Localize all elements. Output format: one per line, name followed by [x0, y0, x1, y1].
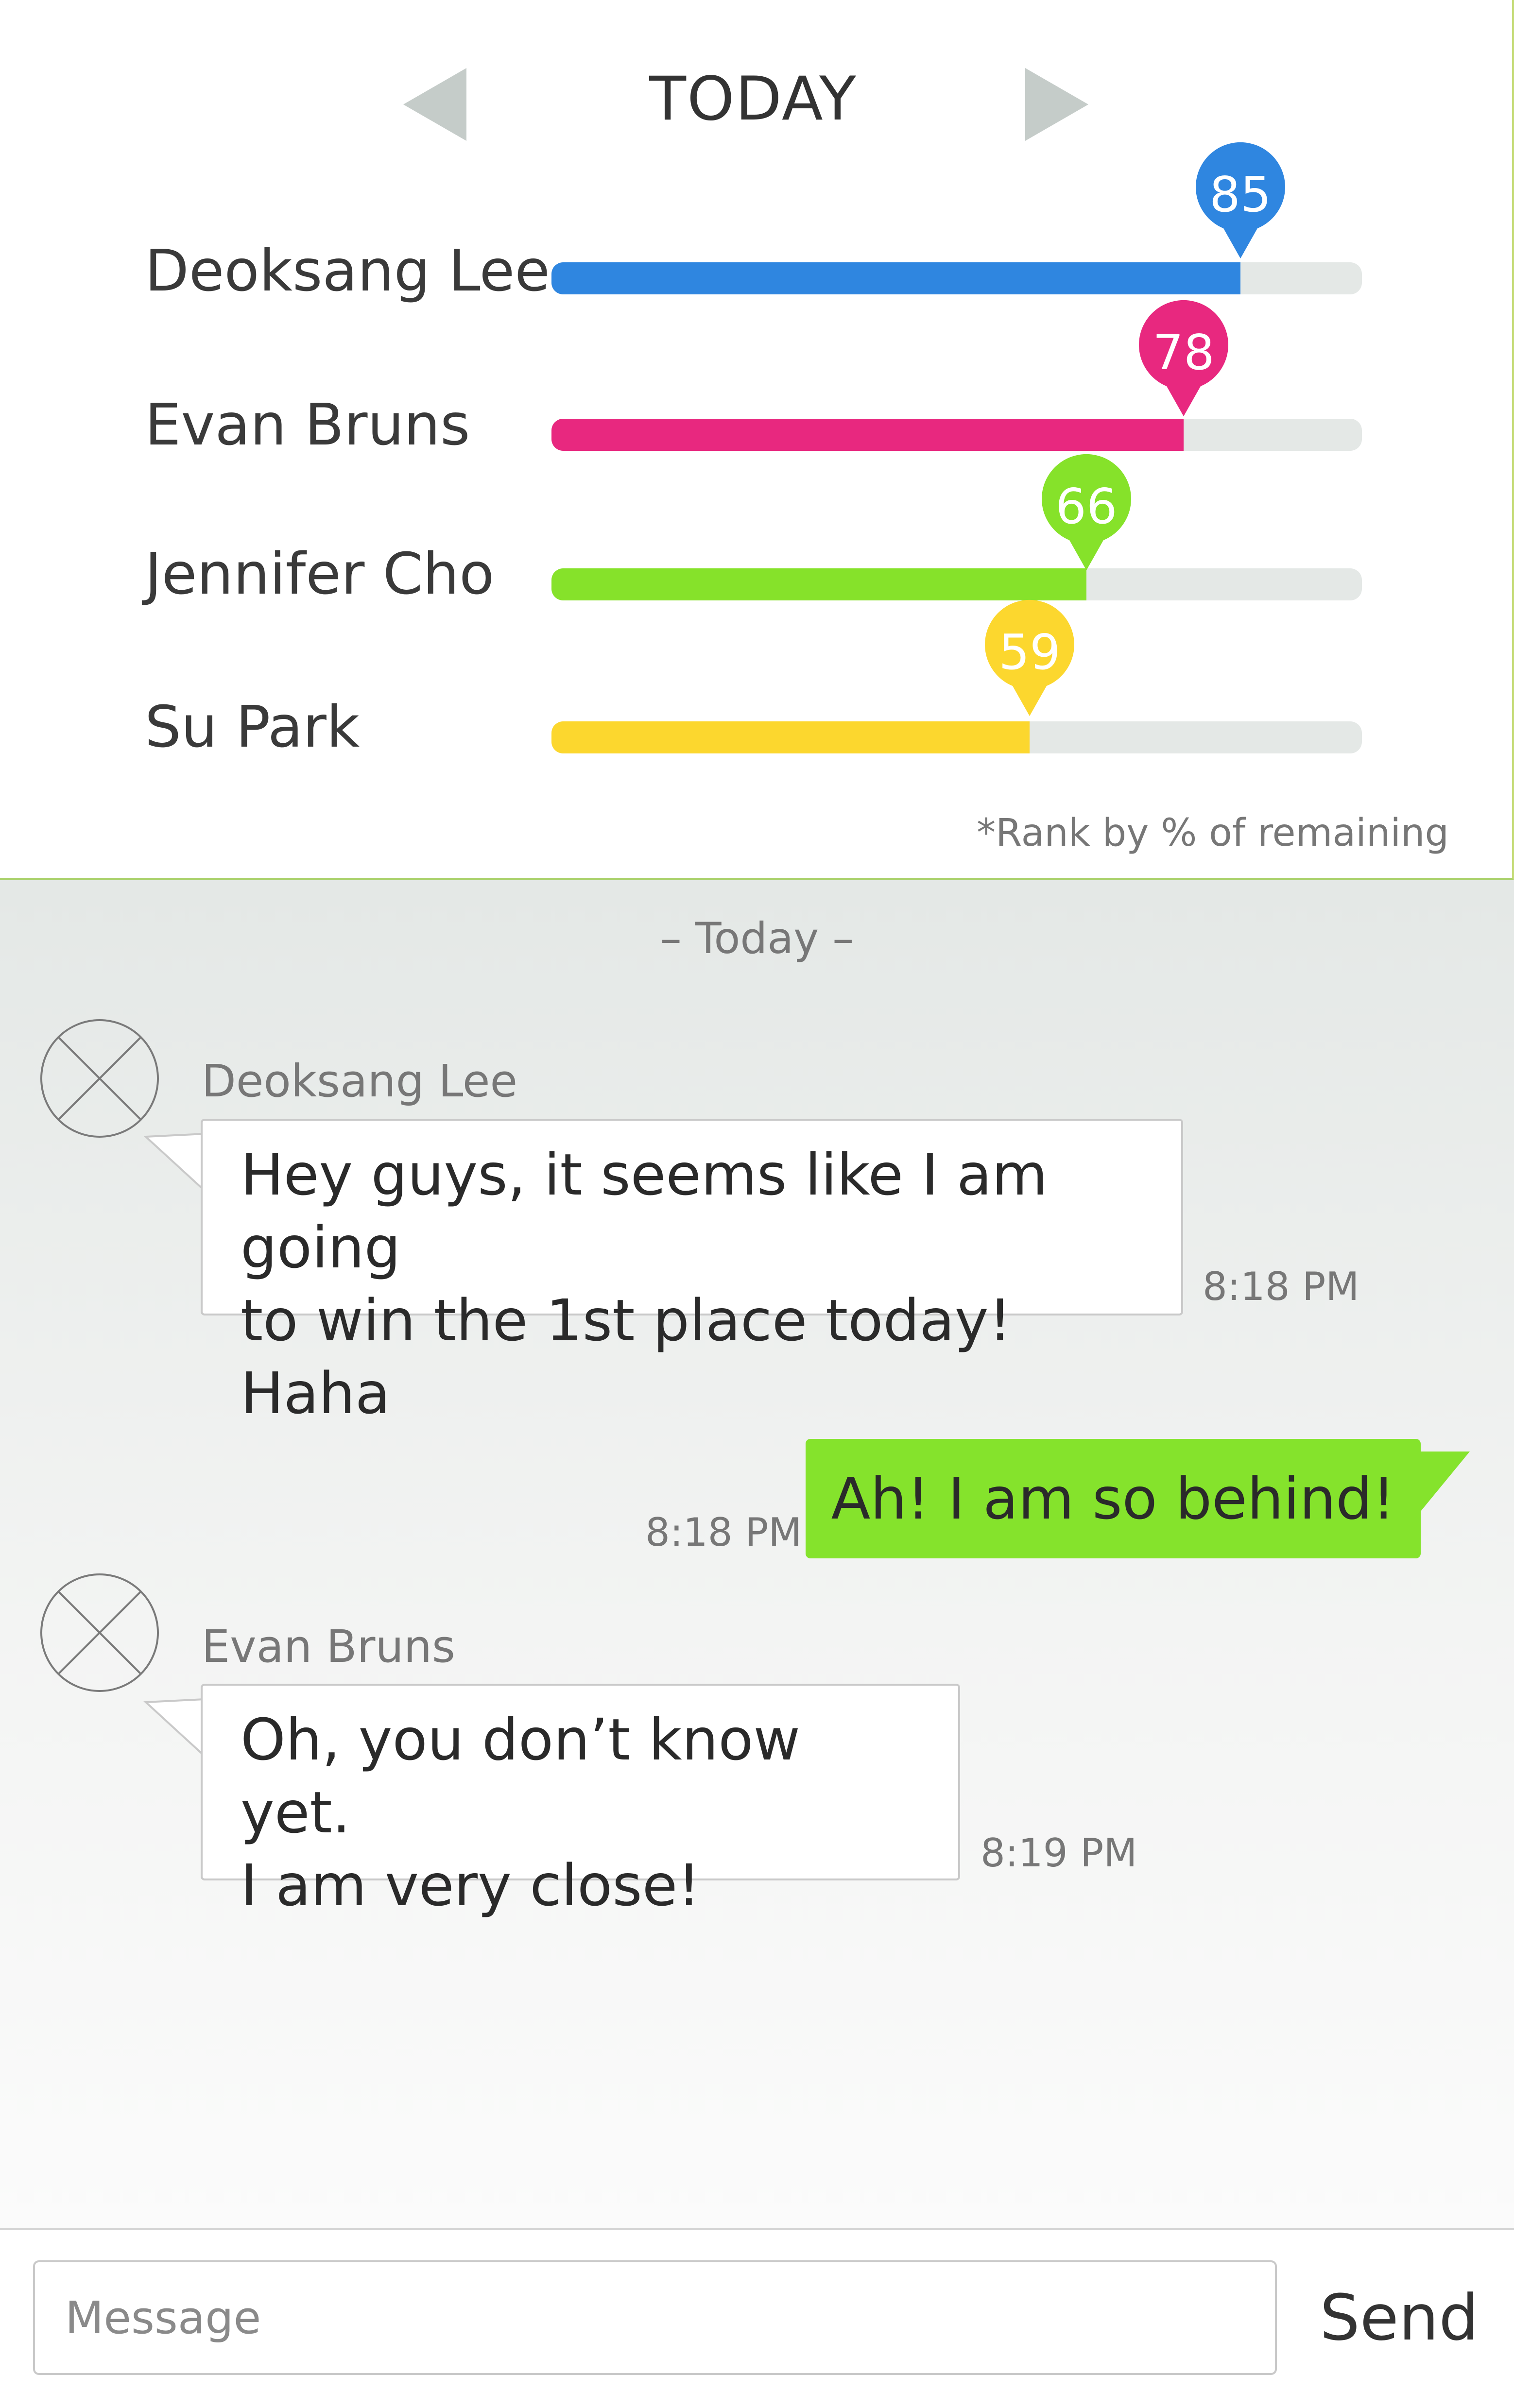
- message-time: 8:18 PM: [1203, 1264, 1359, 1309]
- message-time: 8:19 PM: [981, 1830, 1137, 1876]
- score-value: 85: [1209, 166, 1272, 223]
- score-value: 66: [1055, 478, 1118, 535]
- progress-fill: [551, 419, 1184, 451]
- progress-track: [551, 419, 1362, 451]
- ranking-panel: TODAY Deoksang Lee 85 Evan Bruns 78 Jenn…: [0, 0, 1514, 880]
- period-title: TODAY: [649, 64, 857, 134]
- sender-name: Deoksang Lee: [202, 1055, 518, 1107]
- score-pin: 66: [1040, 454, 1133, 570]
- score-value: 59: [998, 624, 1061, 681]
- bubble-tail: [1414, 1452, 1472, 1524]
- score-pin: 85: [1194, 142, 1287, 258]
- previous-day-icon[interactable]: [403, 68, 466, 141]
- rank-name: Deoksang Lee: [145, 237, 550, 304]
- message-text-line: to win the 1st place today! Haha: [241, 1287, 1012, 1427]
- message-text-line: I am very close!: [241, 1852, 701, 1919]
- message-text-line: Hey guys, it seems like I am going: [241, 1141, 1048, 1281]
- sender-name: Evan Bruns: [202, 1621, 455, 1673]
- score-pin: 59: [983, 599, 1076, 716]
- message-text-line: Oh, you don’t know yet.: [241, 1706, 800, 1846]
- rank-name: Su Park: [145, 693, 360, 760]
- progress-track: [551, 721, 1362, 753]
- message-input[interactable]: [33, 2260, 1277, 2375]
- day-divider: – Today –: [660, 913, 854, 963]
- progress-fill: [551, 721, 1030, 753]
- next-day-icon[interactable]: [1025, 68, 1088, 141]
- score-pin: 78: [1137, 300, 1230, 416]
- progress-fill: [551, 568, 1086, 600]
- rank-name: Evan Bruns: [145, 391, 470, 458]
- message-input-bar: Send: [0, 2228, 1514, 2408]
- message-time: 8:18 PM: [645, 1510, 802, 1555]
- message-bubble[interactable]: Oh, you don’t know yet. I am very close!: [201, 1684, 960, 1919]
- progress-track: [551, 262, 1362, 294]
- rank-row-su-park: Su Park 59: [0, 599, 1514, 778]
- rank-row-evan-bruns: Evan Bruns 78: [0, 300, 1514, 478]
- send-button[interactable]: Send: [1312, 2259, 1487, 2376]
- avatar-placeholder-icon[interactable]: [39, 1572, 160, 1693]
- outgoing-message-bubble[interactable]: Ah! I am so behind!: [806, 1439, 1421, 1558]
- rank-name: Jennifer Cho: [145, 540, 495, 607]
- bubble-tail: [143, 1697, 209, 1760]
- progress-track: [551, 568, 1362, 600]
- score-value: 78: [1153, 324, 1215, 381]
- ranking-footnote: *Rank by % of remaining: [977, 811, 1449, 855]
- message-bubble[interactable]: Hey guys, it seems like I am going to wi…: [201, 1119, 1183, 1427]
- rank-row-deoksang-lee: Deoksang Lee 85: [0, 142, 1514, 321]
- bubble-tail: [143, 1132, 209, 1195]
- avatar-placeholder-icon[interactable]: [39, 1018, 160, 1139]
- progress-fill: [551, 262, 1240, 294]
- message-text-line: Ah! I am so behind!: [831, 1465, 1395, 1532]
